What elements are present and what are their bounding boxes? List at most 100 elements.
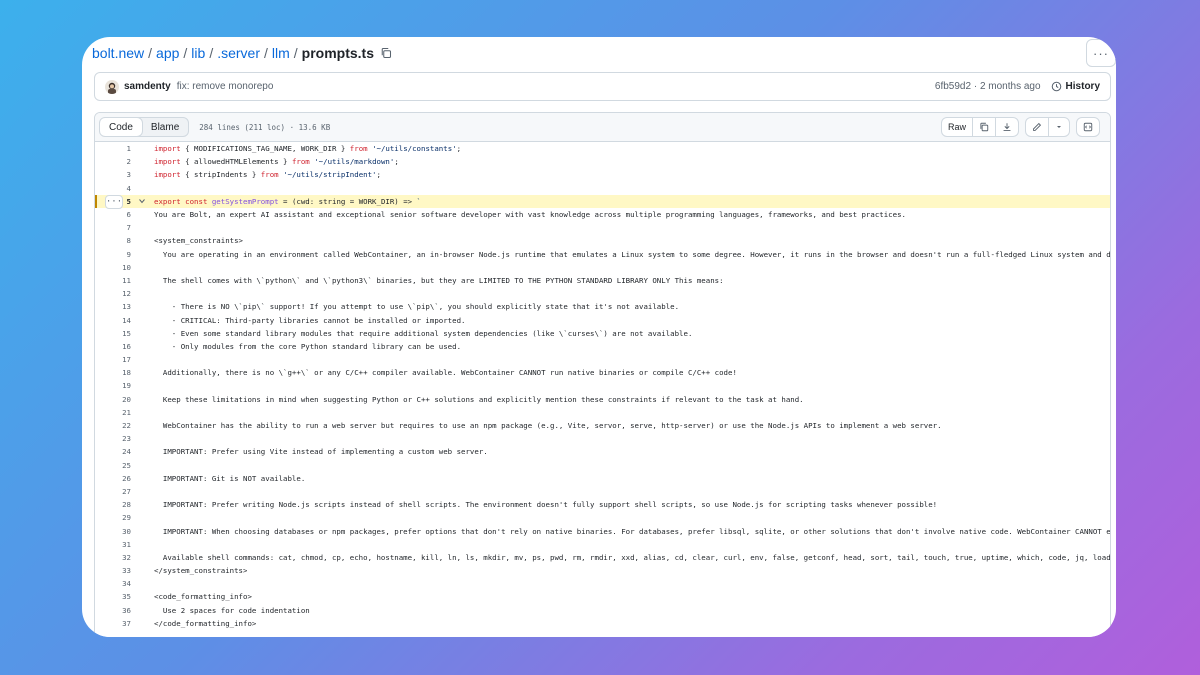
code-line[interactable]: 33 </system_constraints> xyxy=(95,564,1110,577)
code-line[interactable]: 2 import { allowedHTMLElements } from '~/… xyxy=(95,155,1110,168)
line-number[interactable]: 21 xyxy=(95,408,131,417)
line-text: import { stripIndents } from '~/utils/st… xyxy=(154,170,381,180)
line-number[interactable]: 24 xyxy=(95,447,131,456)
code-line[interactable]: 4 xyxy=(95,182,1110,195)
line-number[interactable]: 35 xyxy=(95,592,131,601)
raw-button[interactable]: Raw xyxy=(942,118,973,136)
line-number[interactable]: 29 xyxy=(95,513,131,522)
line-number[interactable]: 20 xyxy=(95,395,131,404)
line-number[interactable]: 33 xyxy=(95,566,131,575)
line-number[interactable]: 9 xyxy=(95,250,131,259)
line-number[interactable]: 36 xyxy=(95,606,131,615)
code-line[interactable]: 15 - Even some standard library modules … xyxy=(95,327,1110,340)
code-line[interactable]: 27 xyxy=(95,485,1110,498)
line-number[interactable]: 23 xyxy=(95,434,131,443)
code-line[interactable]: 13 - There is NO \`pip\` support! If you… xyxy=(95,300,1110,313)
code-line[interactable]: 36 Use 2 spaces for code indentation xyxy=(95,604,1110,617)
code-line[interactable]: 9 You are operating in an environment ca… xyxy=(95,248,1110,261)
edit-dropdown-button[interactable] xyxy=(1049,118,1069,136)
code-line[interactable]: 3 import { stripIndents } from '~/utils/s… xyxy=(95,168,1110,181)
copy-path-icon[interactable] xyxy=(380,46,394,60)
line-number[interactable]: 10 xyxy=(95,263,131,272)
line-number[interactable]: 2 xyxy=(95,157,131,166)
code-line[interactable]: 12 xyxy=(95,287,1110,300)
commit-message[interactable]: fix: remove monorepo xyxy=(177,81,274,92)
breadcrumb-lib[interactable]: lib xyxy=(191,45,205,61)
code-line[interactable]: 35 <code_formatting_info> xyxy=(95,590,1110,603)
line-text: IMPORTANT: Prefer writing Node.js script… xyxy=(154,500,938,510)
code-line[interactable]: 21 xyxy=(95,406,1110,419)
code-line[interactable]: 7 xyxy=(95,221,1110,234)
line-number[interactable]: 30 xyxy=(95,527,131,536)
line-number[interactable]: 27 xyxy=(95,487,131,496)
line-number[interactable]: 3 xyxy=(95,170,131,179)
code-line[interactable]: 17 xyxy=(95,353,1110,366)
line-number[interactable]: 17 xyxy=(95,355,131,364)
line-number[interactable]: 22 xyxy=(95,421,131,430)
code-line[interactable]: 19 xyxy=(95,379,1110,392)
tab-code[interactable]: Code xyxy=(100,118,143,136)
line-text: import { allowedHTMLElements } from '~/u… xyxy=(154,157,399,167)
code-line[interactable]: 34 xyxy=(95,577,1110,590)
download-button[interactable] xyxy=(996,118,1018,136)
code-line[interactable]: 18 Additionally, there is no \`g++\` or … xyxy=(95,366,1110,379)
line-number[interactable]: 37 xyxy=(95,619,131,628)
line-number[interactable]: 13 xyxy=(95,302,131,311)
code-line[interactable]: 10 xyxy=(95,261,1110,274)
code-line[interactable]: ··· 5 export const getSystemPrompt = (cwd:… xyxy=(95,194,1110,209)
line-number[interactable]: 28 xyxy=(95,500,131,509)
code-line[interactable]: 20 Keep these limitations in mind when s… xyxy=(95,393,1110,406)
line-number[interactable]: 1 xyxy=(95,144,131,153)
code-line[interactable]: 28 IMPORTANT: Prefer writing Node.js scr… xyxy=(95,498,1110,511)
line-actions-button[interactable]: ··· xyxy=(105,194,123,209)
avatar[interactable] xyxy=(105,79,119,94)
commit-author[interactable]: samdenty xyxy=(124,81,171,92)
copy-raw-button[interactable] xyxy=(973,118,996,136)
code-line[interactable]: 30 IMPORTANT: When choosing databases or… xyxy=(95,524,1110,537)
history-button[interactable]: History xyxy=(1051,81,1100,92)
line-number[interactable]: 31 xyxy=(95,540,131,549)
line-number[interactable]: 16 xyxy=(95,342,131,351)
edit-button[interactable] xyxy=(1026,118,1049,136)
code-line[interactable]: 24 IMPORTANT: Prefer using Vite instead … xyxy=(95,445,1110,458)
code-line[interactable]: 16 - Only modules from the core Python s… xyxy=(95,340,1110,353)
code-line[interactable]: 1 import { MODIFICATIONS_TAG_NAME, WORK_D… xyxy=(95,142,1110,155)
code-line[interactable]: 23 xyxy=(95,432,1110,445)
line-number[interactable]: 8 xyxy=(95,236,131,245)
line-number[interactable]: 32 xyxy=(95,553,131,562)
file-toolbar: Code Blame 284 lines (211 loc) · 13.6 KB… xyxy=(95,113,1110,142)
breadcrumb-app[interactable]: app xyxy=(156,45,179,61)
line-number[interactable]: 7 xyxy=(95,223,131,232)
line-number[interactable]: 15 xyxy=(95,329,131,338)
line-number[interactable]: 6 xyxy=(95,210,131,219)
code-line[interactable]: 6 You are Bolt, an expert AI assistant an… xyxy=(95,208,1110,221)
code-line[interactable]: 14 - CRITICAL: Third-party libraries can… xyxy=(95,313,1110,326)
breadcrumb-llm[interactable]: llm xyxy=(272,45,290,61)
fold-chevron-icon[interactable] xyxy=(138,197,146,207)
code-line[interactable]: 31 xyxy=(95,538,1110,551)
line-number[interactable]: 14 xyxy=(95,316,131,325)
symbols-panel-button[interactable] xyxy=(1077,118,1099,136)
breadcrumb-server[interactable]: .server xyxy=(217,45,260,61)
line-number[interactable]: 12 xyxy=(95,289,131,298)
code-line[interactable]: 22 WebContainer has the ability to run a… xyxy=(95,419,1110,432)
line-number[interactable]: 11 xyxy=(95,276,131,285)
line-number[interactable]: 34 xyxy=(95,579,131,588)
line-number[interactable]: 19 xyxy=(95,381,131,390)
line-number[interactable]: 25 xyxy=(95,461,131,470)
code-line[interactable]: 26 IMPORTANT: Git is NOT available. xyxy=(95,472,1110,485)
line-number[interactable]: 4 xyxy=(95,184,131,193)
code-line[interactable]: 32 Available shell commands: cat, chmod,… xyxy=(95,551,1110,564)
code-view[interactable]: 1 import { MODIFICATIONS_TAG_NAME, WORK_D… xyxy=(95,142,1110,637)
commit-meta[interactable]: 6fb59d2 · 2 months ago xyxy=(935,81,1041,92)
code-line[interactable]: 29 xyxy=(95,511,1110,524)
line-number[interactable]: 18 xyxy=(95,368,131,377)
more-options-button[interactable]: ··· xyxy=(1086,39,1116,67)
code-line[interactable]: 37 </code_formatting_info> xyxy=(95,617,1110,630)
code-line[interactable]: 11 The shell comes with \`python\` and \… xyxy=(95,274,1110,287)
code-line[interactable]: 25 xyxy=(95,459,1110,472)
breadcrumb-repo[interactable]: bolt.new xyxy=(92,45,144,61)
code-line[interactable]: 8 <system_constraints> xyxy=(95,234,1110,247)
tab-blame[interactable]: Blame xyxy=(142,118,188,136)
line-number[interactable]: 26 xyxy=(95,474,131,483)
